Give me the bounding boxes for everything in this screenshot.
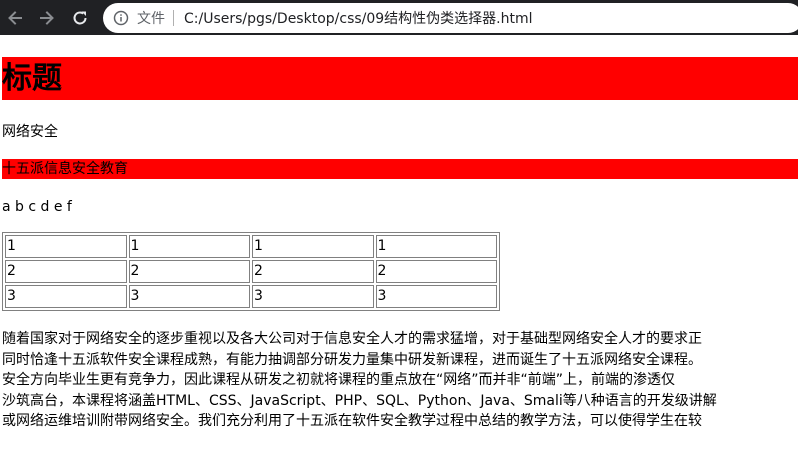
- table-cell: 2: [5, 260, 127, 283]
- paragraph-line: 沙筑高台，本课程将涵盖HTML、CSS、JavaScript、PHP、SQL、P…: [2, 392, 717, 409]
- table-cell: 3: [5, 285, 127, 308]
- info-icon[interactable]: [113, 10, 129, 26]
- paragraph-line: 安全方向毕业生更有竞争力，因此课程从研发之初就将课程的重点放在“网络”而并非“前…: [2, 372, 676, 388]
- paragraph-letters: a b c d e f: [2, 199, 72, 215]
- forward-button[interactable]: [36, 7, 58, 29]
- paragraph-network-security: 网络安全: [2, 124, 58, 140]
- table-cell: 2: [375, 260, 497, 283]
- table-cell: 1: [128, 235, 250, 258]
- paragraph-line: 随着国家对于网络安全的逐步重视以及各大公司对于信息安全人才的需求猛增，对于基础型…: [2, 331, 702, 347]
- table-cell: 2: [128, 260, 250, 283]
- body-paragraph: 随着国家对于网络安全的逐步重视以及各大公司对于信息安全人才的需求猛增，对于基础型…: [2, 329, 798, 432]
- table-cell: 3: [375, 285, 497, 308]
- arrow-right-icon: [38, 9, 56, 27]
- table-row: 1 1 1 1: [5, 235, 497, 258]
- table-cell: 3: [252, 285, 374, 308]
- table-cell: 1: [375, 235, 497, 258]
- back-button[interactable]: [4, 7, 26, 29]
- data-table: 1 1 1 1 2 2 2 2 3 3 3 3: [2, 232, 500, 311]
- paragraph-highlighted: 十五派信息安全教育: [2, 159, 798, 179]
- url-text[interactable]: C:/Users/pgs/Desktop/css/09结构性伪类选择器.html: [184, 8, 533, 28]
- paragraph-line: 或网络运维培训附带网络安全。我们充分利用了十五派在软件安全教学过程中总结的教学方…: [2, 413, 702, 429]
- file-label: 文件: [137, 11, 165, 27]
- reload-icon: [71, 9, 89, 27]
- page-heading: 标题: [2, 57, 798, 100]
- table-row: 3 3 3 3: [5, 285, 497, 308]
- address-bar[interactable]: 文件 C:/Users/pgs/Desktop/css/09结构性伪类选择器.h…: [103, 3, 798, 33]
- page-content: 标题 网络安全 十五派信息安全教育 a b c d e f 1 1 1 1 2 …: [0, 35, 798, 469]
- table-cell: 3: [128, 285, 250, 308]
- browser-toolbar: 文件 C:/Users/pgs/Desktop/css/09结构性伪类选择器.h…: [0, 0, 798, 35]
- table-row: 2 2 2 2: [5, 260, 497, 283]
- paragraph-line: 同时恰逢十五派软件安全课程成熟，有能力抽调部分研发力量集中研发新课程，进而诞生了…: [2, 351, 702, 368]
- arrow-left-icon: [6, 9, 24, 27]
- table-cell: 1: [252, 235, 374, 258]
- table-cell: 2: [252, 260, 374, 283]
- table-cell: 1: [5, 235, 127, 258]
- reload-button[interactable]: [69, 7, 91, 29]
- omnibox-divider: [173, 10, 174, 26]
